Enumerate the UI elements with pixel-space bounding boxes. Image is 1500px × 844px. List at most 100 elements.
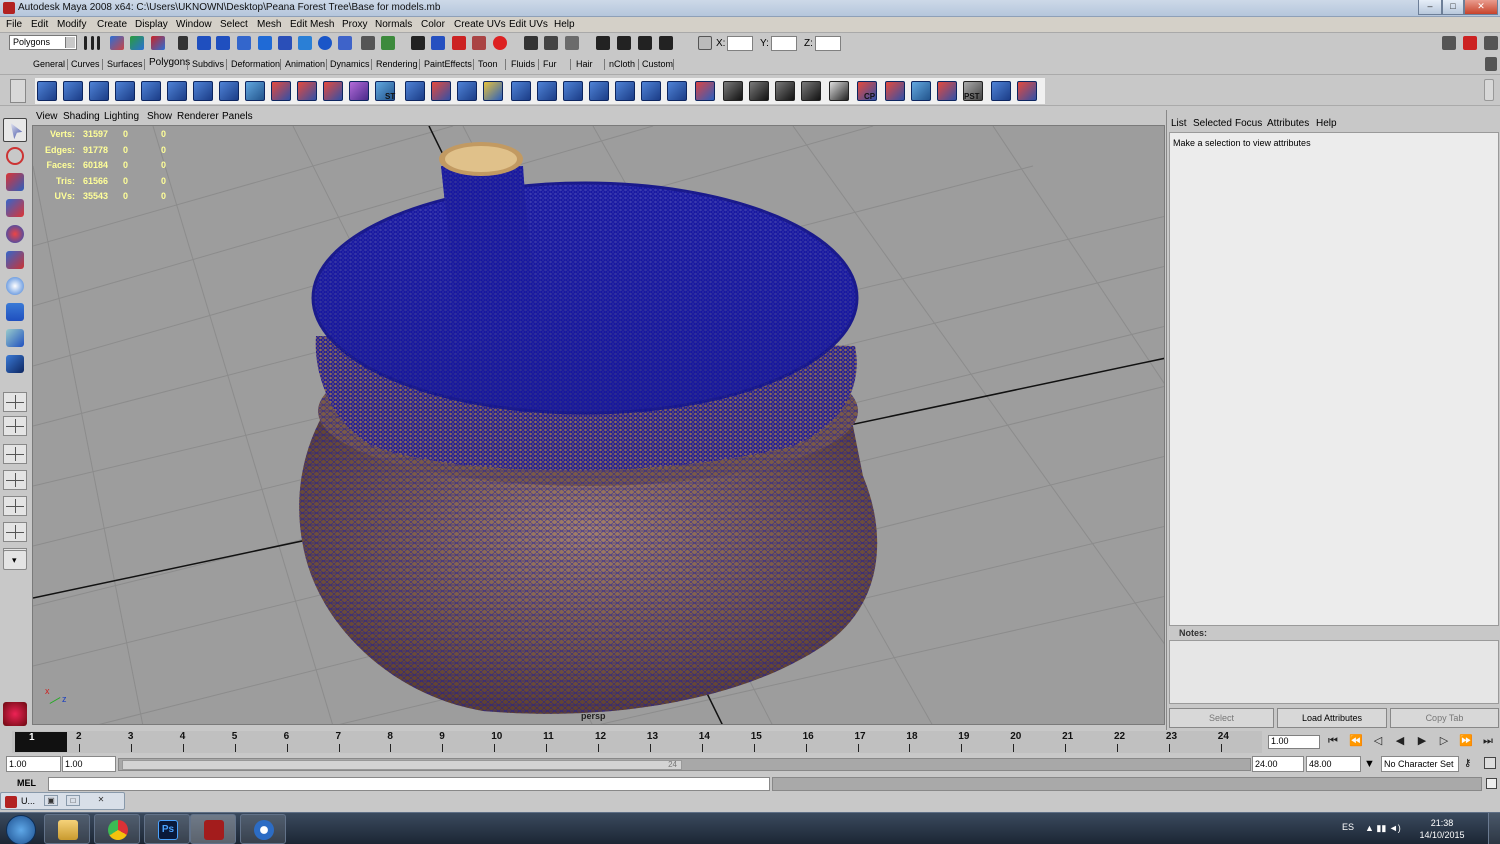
snap-curve-icon[interactable] bbox=[216, 36, 230, 50]
close-button[interactable]: ✕ bbox=[1464, 0, 1498, 15]
menuset-dropdown[interactable]: Polygons bbox=[9, 35, 77, 50]
trash-icon[interactable] bbox=[1485, 57, 1497, 71]
step-back-frame-button[interactable]: ◁ bbox=[1370, 734, 1386, 749]
shelf-tab-painteffects[interactable]: PaintEffects bbox=[424, 59, 472, 69]
persp-graph-layout[interactable] bbox=[3, 496, 27, 516]
single-pane-layout[interactable] bbox=[3, 392, 27, 412]
soft-mod-tool[interactable] bbox=[3, 300, 27, 324]
scale-tool[interactable] bbox=[3, 248, 27, 272]
taskbar-photoshop[interactable]: Ps bbox=[144, 814, 190, 844]
construction-history-icon[interactable] bbox=[381, 36, 395, 50]
render-view-icon[interactable] bbox=[493, 36, 507, 50]
checker-uv-icon[interactable] bbox=[723, 81, 743, 101]
automatic-map-icon[interactable] bbox=[829, 81, 849, 101]
poly-helix-icon[interactable] bbox=[245, 81, 265, 101]
render-globals-icon[interactable] bbox=[452, 36, 466, 50]
clock[interactable]: 21:38 14/10/2015 bbox=[1418, 817, 1466, 841]
language-indicator[interactable]: ES bbox=[1342, 822, 1354, 832]
copy-tab-button[interactable]: Copy Tab bbox=[1390, 708, 1499, 728]
move-tool[interactable] bbox=[3, 196, 27, 220]
snap-live-icon[interactable] bbox=[278, 36, 292, 50]
minimize-button[interactable]: – bbox=[1418, 0, 1442, 15]
vp-menu-panels[interactable]: Panels bbox=[222, 111, 253, 122]
shelf-tab-rendering[interactable]: Rendering bbox=[376, 59, 418, 69]
perspective-viewport[interactable]: Verts: 31597 0 0 Edges: 91778 0 0 Faces: 60184 0… bbox=[32, 125, 1165, 725]
split-polygon-icon[interactable] bbox=[511, 81, 531, 101]
uv-editor-icon[interactable] bbox=[991, 81, 1011, 101]
x-field[interactable] bbox=[727, 36, 753, 51]
notes-textarea[interactable] bbox=[1169, 640, 1499, 704]
mask-icon[interactable] bbox=[178, 36, 188, 50]
snap-view-icon[interactable] bbox=[258, 36, 272, 50]
sew-uv-icon[interactable] bbox=[885, 81, 905, 101]
poly-cube-icon[interactable] bbox=[63, 81, 83, 101]
go-to-start-button[interactable]: ⏮ bbox=[1325, 734, 1341, 749]
layout-uv-icon[interactable] bbox=[937, 81, 957, 101]
channel-layers-icon[interactable] bbox=[659, 36, 673, 50]
chevron-down-icon[interactable] bbox=[65, 37, 75, 48]
y-field[interactable] bbox=[771, 36, 797, 51]
poly-cylinder-icon[interactable] bbox=[89, 81, 109, 101]
combine-icon[interactable] bbox=[271, 81, 291, 101]
offset-edge-loop-icon[interactable] bbox=[563, 81, 583, 101]
play-forwards-button[interactable]: ▶ bbox=[1414, 734, 1430, 749]
channel-box-icon[interactable] bbox=[596, 36, 610, 50]
vp-menu-view[interactable]: View bbox=[36, 111, 58, 122]
four-pane-layout[interactable] bbox=[3, 416, 27, 436]
current-frame-marker[interactable]: 1 bbox=[15, 732, 67, 752]
preferences-icon[interactable] bbox=[1484, 757, 1496, 769]
layout-dropdown[interactable]: ▾ bbox=[3, 550, 27, 570]
ipr-icon[interactable] bbox=[431, 36, 445, 50]
universal-manip-tool[interactable] bbox=[3, 274, 27, 298]
transform-field-icon[interactable] bbox=[698, 36, 712, 50]
range-bar[interactable]: 24 bbox=[118, 758, 1251, 771]
minimized-window[interactable]: U... ▣ □ ✕ bbox=[0, 792, 125, 810]
shelf-tab-custom[interactable]: Custom bbox=[642, 59, 673, 69]
step-forward-frame-button[interactable]: ▷ bbox=[1436, 734, 1452, 749]
menu-edit-mesh[interactable]: Edit Mesh bbox=[290, 19, 334, 30]
shelf-tab-surfaces[interactable]: Surfaces bbox=[107, 59, 143, 69]
chevron-down-icon[interactable]: ▼ bbox=[1364, 758, 1375, 770]
vp-menu-lighting[interactable]: Lighting bbox=[104, 111, 139, 122]
shelf-tab-fur[interactable]: Fur bbox=[543, 59, 557, 69]
playback-start-field[interactable]: 1.00 bbox=[62, 756, 116, 772]
maya-app-icon[interactable] bbox=[3, 2, 15, 14]
shelf-menu-handle[interactable] bbox=[10, 79, 26, 103]
step-forward-key-button[interactable]: ⏩ bbox=[1458, 734, 1474, 749]
maximize-button[interactable]: □ bbox=[1442, 0, 1464, 15]
shelf-tab-subdivs[interactable]: Subdivs bbox=[192, 59, 224, 69]
poly-torus-icon[interactable] bbox=[167, 81, 187, 101]
input-line-icon[interactable] bbox=[524, 36, 538, 50]
menu-file[interactable]: File bbox=[6, 19, 22, 30]
character-set-dropdown[interactable]: No Character Set bbox=[1381, 756, 1459, 772]
taskbar-app[interactable] bbox=[240, 814, 286, 844]
tray-icons[interactable]: ▲ ▮▮ ◄) bbox=[1365, 823, 1401, 834]
menu-edit-uvs[interactable]: Edit UVs bbox=[509, 19, 548, 30]
ae-menu-focus[interactable]: Focus bbox=[1235, 118, 1262, 129]
menu-color[interactable]: Color bbox=[421, 19, 445, 30]
smooth-icon[interactable] bbox=[349, 81, 369, 101]
transfer-attributes-icon[interactable] bbox=[1017, 81, 1037, 101]
vp-menu-shading[interactable]: Shading bbox=[63, 111, 100, 122]
vp-menu-renderer[interactable]: Renderer bbox=[177, 111, 219, 122]
shelf-tab-dynamics[interactable]: Dynamics bbox=[330, 59, 370, 69]
taskbar-chrome[interactable] bbox=[94, 814, 140, 844]
select-button[interactable]: Select bbox=[1169, 708, 1274, 728]
shelf-scrollbar[interactable] bbox=[1484, 79, 1494, 101]
poly-sphere-icon[interactable] bbox=[37, 81, 57, 101]
extrude-icon[interactable] bbox=[405, 81, 425, 101]
wedge-icon[interactable] bbox=[641, 81, 661, 101]
bridge-icon[interactable] bbox=[431, 81, 451, 101]
merge-icon[interactable] bbox=[589, 81, 609, 101]
boolean-icon[interactable] bbox=[323, 81, 343, 101]
shelf-tab-general[interactable]: General bbox=[33, 59, 65, 69]
show-desktop-button[interactable] bbox=[1488, 813, 1500, 844]
start-button[interactable] bbox=[6, 815, 36, 844]
menu-create-uvs[interactable]: Create UVs bbox=[454, 19, 506, 30]
play-backwards-button[interactable]: ◀ bbox=[1392, 734, 1408, 749]
vp-menu-show[interactable]: Show bbox=[147, 111, 172, 122]
current-time-field[interactable]: 1.00 bbox=[1268, 735, 1320, 749]
select-hierarchy-icon[interactable] bbox=[110, 36, 124, 50]
menu-mesh[interactable]: Mesh bbox=[257, 19, 281, 30]
cylindrical-map-icon[interactable] bbox=[775, 81, 795, 101]
